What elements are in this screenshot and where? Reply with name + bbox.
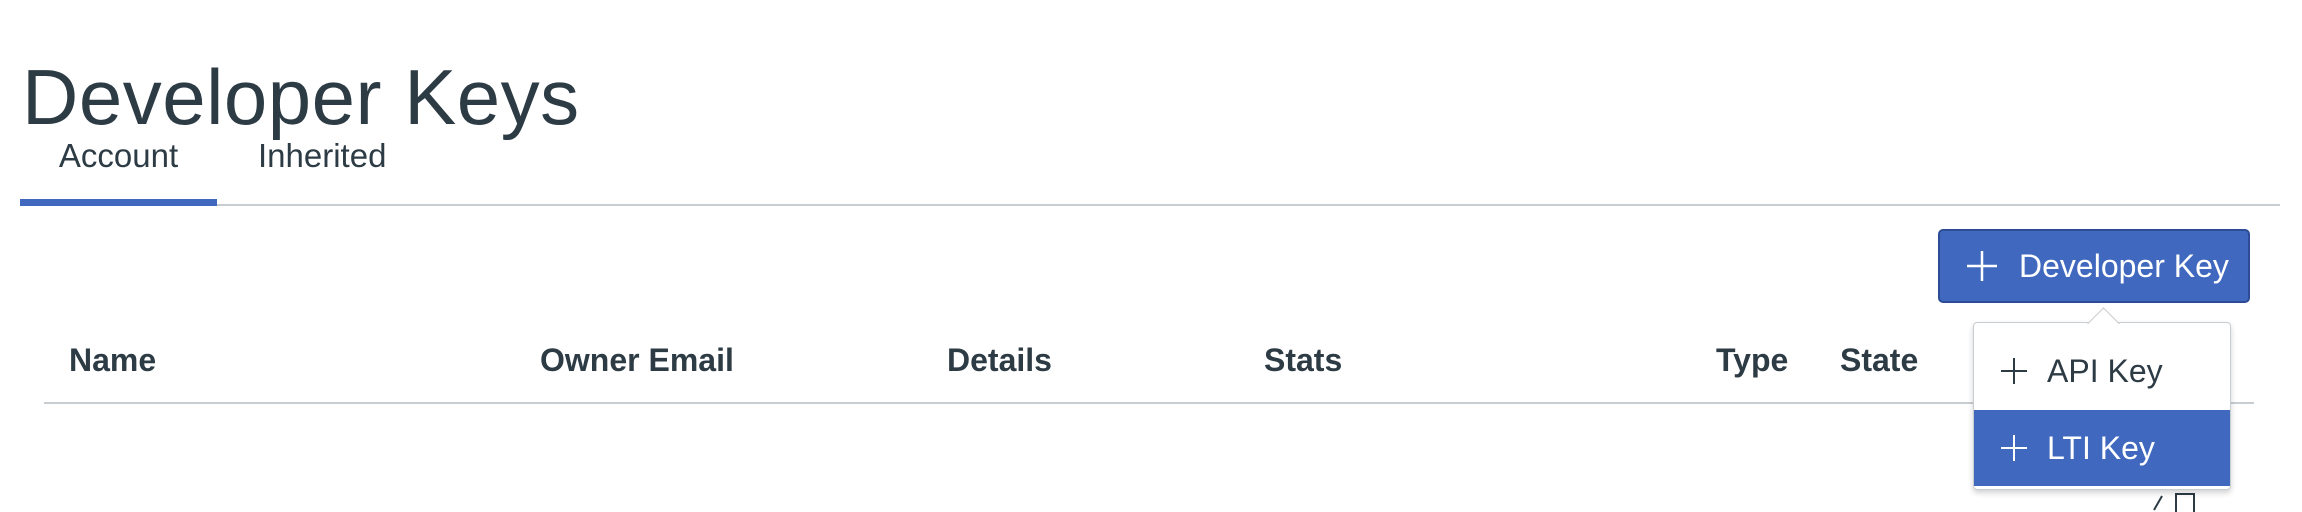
menu-item-lti-key-label: LTI Key [2047, 429, 2155, 466]
column-header-owner-email: Owner Email [540, 342, 734, 378]
plus-icon [2001, 435, 2027, 461]
tab-account[interactable]: Account [20, 126, 217, 206]
column-header-state: State [1840, 342, 1919, 378]
add-developer-key-label: Developer Key [2019, 247, 2229, 284]
column-header-stats: Stats [1264, 342, 1343, 378]
column-header-name: Name [69, 342, 157, 378]
column-header-type: Type [1716, 342, 1789, 378]
edit-icon [2153, 493, 2195, 512]
menu-item-lti-key[interactable]: LTI Key [1974, 410, 2230, 486]
table-header: Name Owner Email Details Stats Type Stat… [44, 330, 2254, 404]
tab-list: Account Inherited [20, 126, 2280, 206]
plus-icon [1967, 251, 1997, 281]
tab-inherited[interactable]: Inherited [258, 126, 386, 204]
plus-icon [2001, 358, 2027, 384]
column-header-details: Details [947, 342, 1052, 378]
menu-item-api-key[interactable]: API Key [1974, 333, 2230, 409]
developer-key-dropdown-menu: API Key LTI Key [1973, 322, 2231, 490]
add-developer-key-button[interactable]: Developer Key [1938, 229, 2250, 303]
menu-item-api-key-label: API Key [2047, 352, 2163, 389]
row-action-icons [2140, 488, 2200, 512]
